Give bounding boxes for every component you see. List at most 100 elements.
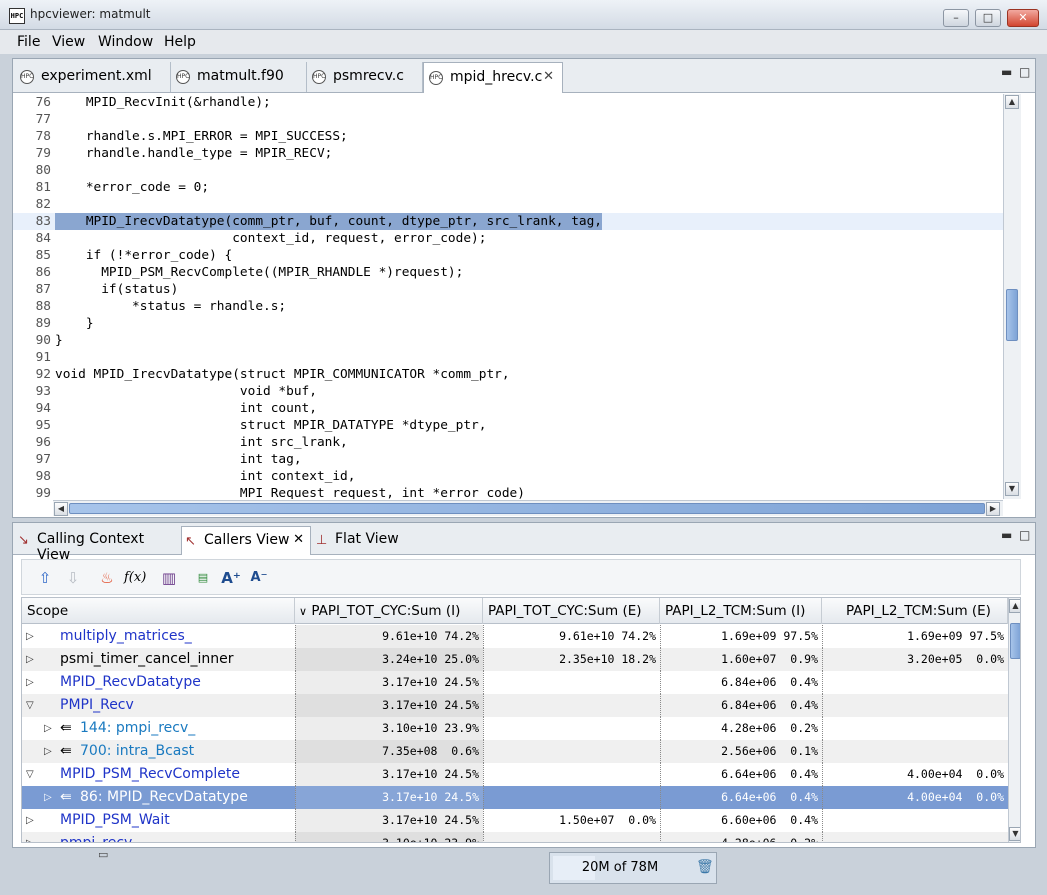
- table-row[interactable]: ▷ ⇚ 700: intra_Bcast 7.35e+08 0.6% 2.56e+06 …: [22, 740, 1008, 763]
- menu-help[interactable]: Help: [164, 34, 196, 50]
- scope-name[interactable]: multiply_matrices_: [60, 625, 192, 648]
- code-line[interactable]: 79 rhandle.handle_type = MPIR_RECV;: [13, 145, 1003, 162]
- code-line[interactable]: 86 MPID_PSM_RecvComplete((MPIR_RHANDLE *…: [13, 264, 1003, 281]
- tab-callers-view[interactable]: ↖ Callers View ✕: [181, 526, 311, 555]
- code-line[interactable]: 92 void MPID_IrecvDatatype(struct MPIR_CO…: [13, 366, 1003, 383]
- scroll-right-icon[interactable]: ▶: [986, 502, 1000, 516]
- scope-name[interactable]: MPID_PSM_Wait: [60, 809, 170, 832]
- expand-icon[interactable]: ▷: [26, 809, 34, 832]
- column-header-l2-tcm-inclusive[interactable]: PAPI_L2_TCM:Sum (I): [660, 598, 822, 624]
- collapse-icon[interactable]: ▽: [26, 763, 34, 786]
- code-line[interactable]: 85 if (!*error_code) {: [13, 247, 1003, 264]
- maximize-pane-icon[interactable]: □: [1019, 528, 1030, 542]
- code-line[interactable]: 89 }: [13, 315, 1003, 332]
- scroll-left-icon[interactable]: ◀: [54, 502, 68, 516]
- expand-icon[interactable]: ▷: [26, 648, 34, 671]
- scroll-thumb[interactable]: [1006, 289, 1018, 341]
- hot-path-icon[interactable]: ♨: [96, 568, 118, 588]
- column-header-tot-cyc-inclusive[interactable]: ∨ PAPI_TOT_CYC:Sum (I): [295, 598, 483, 624]
- close-button[interactable]: ✕: [1007, 9, 1039, 27]
- editor-horizontal-scrollbar[interactable]: ◀ ▶: [53, 500, 1003, 516]
- code-line[interactable]: 96 int src_lrank,: [13, 434, 1003, 451]
- table-row[interactable]: ▷ psmi_timer_cancel_inner 3.24e+10 25.0% 2.…: [22, 648, 1008, 671]
- close-tab-icon[interactable]: ✕: [293, 532, 304, 547]
- maximize-pane-icon[interactable]: □: [1019, 65, 1030, 79]
- call-site-icon[interactable]: ⇚: [60, 717, 72, 740]
- scroll-up-icon[interactable]: ▲: [1005, 95, 1019, 109]
- code-line[interactable]: 97 int tag,: [13, 451, 1003, 468]
- table-row[interactable]: ▽ MPID_PSM_RecvComplete 3.17e+10 24.5% 6.64…: [22, 763, 1008, 786]
- code-line[interactable]: 93 void *buf,: [13, 383, 1003, 400]
- scope-name[interactable]: pmpi_recv: [60, 832, 132, 842]
- metrics-table[interactable]: Scope ∨ PAPI_TOT_CYC:Sum (I) PAPI_TOT_CY…: [21, 597, 1021, 843]
- code-line[interactable]: 83 MPID_IrecvDatatype(comm_ptr, buf, cou…: [13, 213, 1003, 230]
- scroll-down-icon[interactable]: ▼: [1005, 482, 1019, 496]
- expand-icon[interactable]: ▷: [44, 740, 52, 763]
- scope-name[interactable]: PMPI_Recv: [60, 694, 134, 717]
- code-line[interactable]: 95 struct MPIR_DATATYPE *dtype_ptr,: [13, 417, 1003, 434]
- table-row[interactable]: ▷ MPID_PSM_Wait 3.17e+10 24.5% 1.50e+07 0.0…: [22, 809, 1008, 832]
- call-site-icon[interactable]: ⇚: [60, 786, 72, 809]
- export-csv-icon[interactable]: ▤: [192, 568, 214, 588]
- code-line[interactable]: 77: [13, 111, 1003, 128]
- code-line[interactable]: 91: [13, 349, 1003, 366]
- table-vertical-scrollbar[interactable]: ▲ ▼: [1008, 598, 1020, 842]
- code-line[interactable]: 87 if(status): [13, 281, 1003, 298]
- column-filter-icon[interactable]: ▥: [158, 568, 180, 588]
- tab-flat-view[interactable]: ⊥ Flat View: [313, 526, 403, 554]
- table-row[interactable]: ▽ PMPI_Recv 3.17e+10 24.5% 6.84e+06 0.4%: [22, 694, 1008, 717]
- code-line[interactable]: 76 MPID_RecvInit(&rhandle);: [13, 94, 1003, 111]
- table-row[interactable]: ▷ multiply_matrices_ 9.61e+10 74.2% 9.61e+1…: [22, 625, 1008, 648]
- editor-vertical-scrollbar[interactable]: ▲ ▼: [1003, 94, 1021, 499]
- scroll-thumb[interactable]: [69, 503, 985, 514]
- expand-icon[interactable]: ▷: [26, 625, 34, 648]
- table-row[interactable]: ▷ pmpi_recv 3.10e+10 23.9% 4.28e+06 0.2%: [22, 832, 1008, 842]
- table-row[interactable]: ▷ ⇚ 144: pmpi_recv_ 3.10e+10 23.9% 4.28e+06 …: [22, 717, 1008, 740]
- expand-icon[interactable]: ▷: [26, 671, 34, 694]
- scope-name[interactable]: 86: MPID_RecvDatatype: [80, 786, 248, 809]
- menu-file[interactable]: File: [17, 34, 40, 50]
- expand-icon[interactable]: ▷: [26, 832, 34, 842]
- zoom-in-icon[interactable]: ⇧: [34, 568, 56, 588]
- table-row[interactable]: ▷ ⇚ 86: MPID_RecvDatatype 3.17e+10 24.5% 6.6…: [22, 786, 1008, 809]
- tab-experiment-xml[interactable]: HPC experiment.xml: [15, 62, 171, 92]
- code-line[interactable]: 81 *error_code = 0;: [13, 179, 1003, 196]
- scroll-down-icon[interactable]: ▼: [1009, 827, 1020, 841]
- expand-icon[interactable]: ▷: [44, 717, 52, 740]
- minimize-pane-icon[interactable]: ▬: [1001, 65, 1012, 79]
- zoom-out-icon[interactable]: ⇩: [62, 568, 84, 588]
- menu-view[interactable]: View: [52, 34, 85, 50]
- close-tab-icon[interactable]: ✕: [543, 69, 554, 84]
- code-line[interactable]: 99 MPI_Request request, int *error_code): [13, 485, 1003, 499]
- maximize-button[interactable]: □: [975, 9, 1001, 27]
- menu-window[interactable]: Window: [98, 34, 153, 50]
- code-line[interactable]: 98 int context_id,: [13, 468, 1003, 485]
- font-increase-icon[interactable]: A⁺: [220, 568, 242, 588]
- minimize-button[interactable]: –: [943, 9, 969, 27]
- column-header-tot-cyc-exclusive[interactable]: PAPI_TOT_CYC:Sum (E): [483, 598, 660, 624]
- call-site-icon[interactable]: ⇚: [60, 740, 72, 763]
- code-line[interactable]: 84 context_id, request, error_code);: [13, 230, 1003, 247]
- code-line[interactable]: 88 *status = rhandle.s;: [13, 298, 1003, 315]
- derived-metric-icon[interactable]: f(x): [124, 568, 146, 588]
- table-row[interactable]: ▷ MPID_RecvDatatype 3.17e+10 24.5% 6.84e+06…: [22, 671, 1008, 694]
- minimize-pane-icon[interactable]: ▬: [1001, 528, 1012, 542]
- font-decrease-icon[interactable]: A⁻: [248, 568, 270, 588]
- tab-matmult-f90[interactable]: HPC matmult.f90: [171, 62, 307, 92]
- scope-name[interactable]: MPID_RecvDatatype: [60, 671, 201, 694]
- code-line[interactable]: 94 int count,: [13, 400, 1003, 417]
- scroll-thumb[interactable]: [1010, 623, 1020, 659]
- column-header-l2-tcm-exclusive[interactable]: PAPI_L2_TCM:Sum (E): [822, 598, 1008, 624]
- scroll-up-icon[interactable]: ▲: [1009, 599, 1020, 613]
- tab-mpid-hrecv-c[interactable]: HPC mpid_hrecv.c ✕: [423, 62, 563, 93]
- column-header-scope[interactable]: Scope: [22, 598, 295, 624]
- code-line[interactable]: 80: [13, 162, 1003, 179]
- code-line[interactable]: 90}: [13, 332, 1003, 349]
- trash-icon[interactable]: 🗑: [696, 859, 714, 877]
- scope-name[interactable]: 700: intra_Bcast: [80, 740, 194, 763]
- tab-calling-context-view[interactable]: ↘ Calling Context View: [15, 526, 181, 563]
- code-line[interactable]: 82: [13, 196, 1003, 213]
- expand-icon[interactable]: ▷: [44, 786, 52, 809]
- code-line[interactable]: 78 rhandle.s.MPI_ERROR = MPI_SUCCESS;: [13, 128, 1003, 145]
- collapse-icon[interactable]: ▽: [26, 694, 34, 717]
